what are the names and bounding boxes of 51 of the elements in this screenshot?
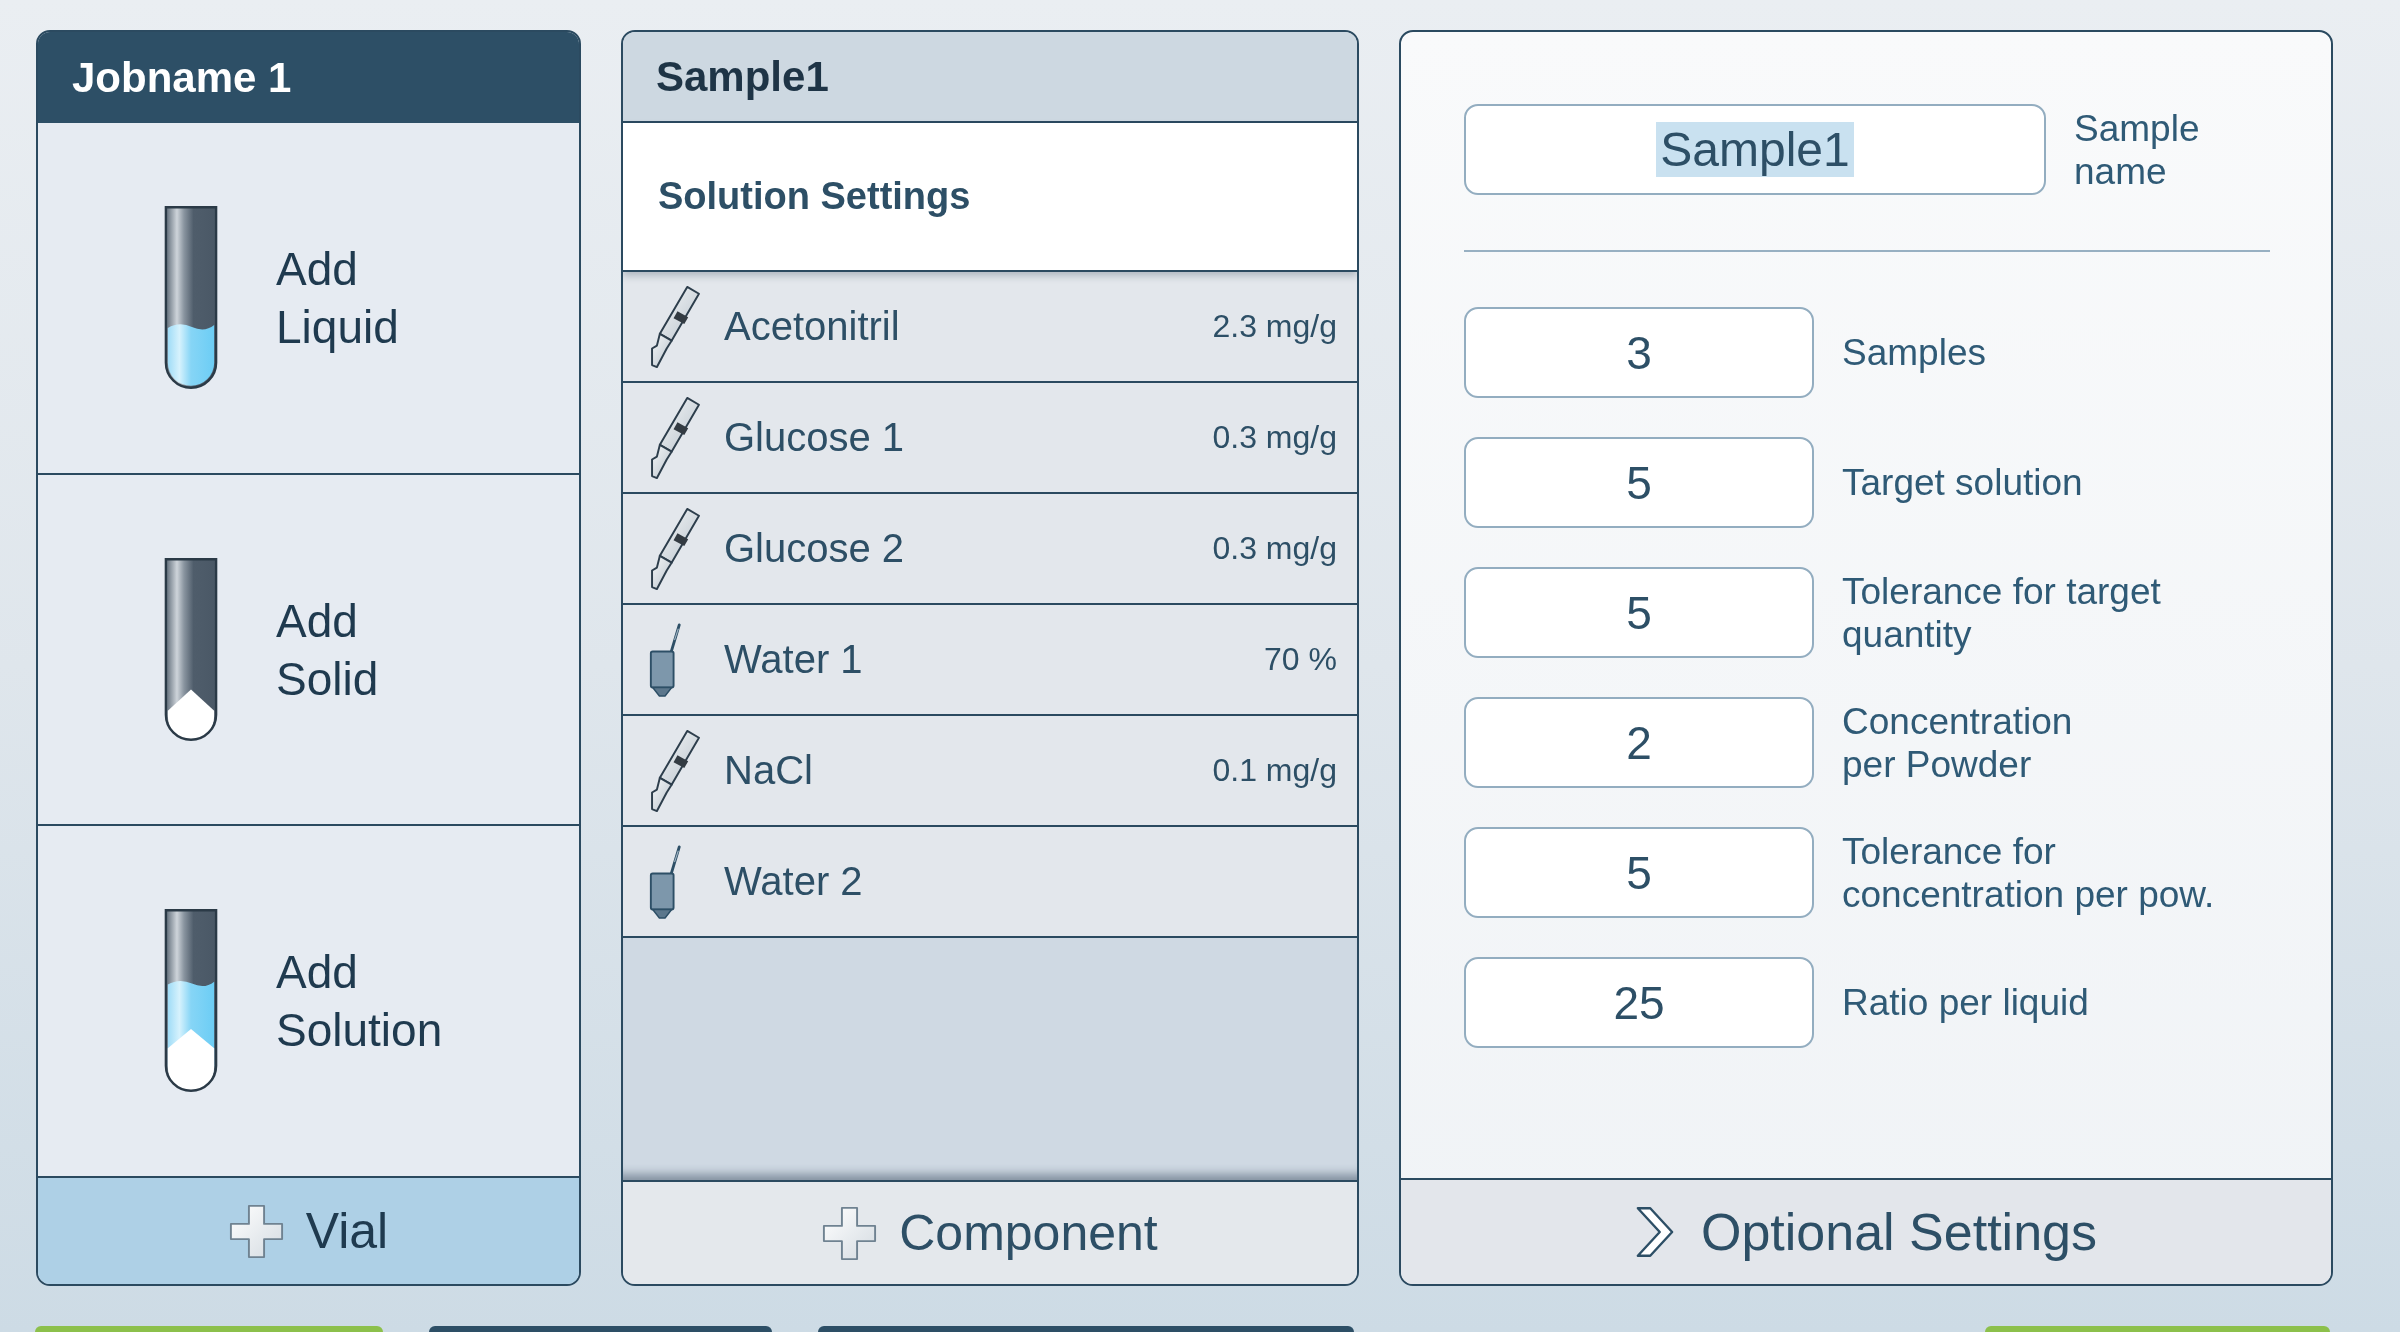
number-field[interactable]: 5	[1464, 437, 1814, 528]
number-field[interactable]: 25	[1464, 957, 1814, 1048]
component-amount: 0.1 mg/g	[1212, 752, 1337, 789]
optional-settings-button[interactable]: Optional Settings	[1401, 1178, 2331, 1284]
component-row[interactable]: Water 1 70 %	[623, 605, 1357, 716]
component-row[interactable]: Acetonitril 2.3 mg/g	[623, 272, 1357, 383]
pipette-icon	[648, 394, 703, 481]
pipette-icon	[648, 727, 703, 814]
vial-type-label: Add Solid	[276, 593, 379, 707]
chevron-icon	[1635, 1205, 1675, 1259]
component-name: Glucose 1	[724, 415, 905, 460]
component-row[interactable]: Glucose 1 0.3 mg/g	[623, 383, 1357, 494]
component-amount: 70 %	[1264, 641, 1337, 678]
component-row[interactable]: Water 2	[623, 827, 1357, 938]
field-label: Sample name	[2074, 106, 2200, 193]
number-field[interactable]: 2	[1464, 697, 1814, 788]
vial-type-label: Add Solution	[276, 945, 443, 1059]
component-row[interactable]: Glucose 2 0.3 mg/g	[623, 494, 1357, 605]
field-label: Target solution	[1842, 461, 2083, 504]
field-label: Tolerance for target quantity	[1842, 569, 2161, 656]
field-label: Ratio per liquid	[1842, 981, 2089, 1024]
add-component-button[interactable]: Component	[623, 1180, 1357, 1284]
component-amount: 2.3 mg/g	[1212, 308, 1337, 345]
section-title: Solution Settings	[658, 175, 971, 218]
panel-title: Jobname 1	[72, 53, 292, 102]
component-amount: 0.3 mg/g	[1212, 530, 1337, 567]
component-name: NaCl	[724, 748, 813, 793]
plus-icon	[822, 1205, 878, 1261]
plus-icon	[228, 1203, 284, 1259]
number-field[interactable]: 5	[1464, 827, 1814, 918]
component-name: Water 1	[724, 637, 863, 682]
field-label: Concentration per Powder	[1842, 699, 2073, 786]
toolbar-button[interactable]	[429, 1326, 772, 1332]
sample-name-field[interactable]: Sample1	[1464, 104, 2046, 195]
toolbar-button[interactable]	[1985, 1326, 2330, 1332]
pipette-icon	[648, 505, 703, 592]
toolbar-button[interactable]	[35, 1326, 383, 1332]
number-field[interactable]: 5	[1464, 567, 1814, 658]
component-name: Acetonitril	[724, 304, 900, 349]
vial-type-label: Add Liquid	[276, 241, 399, 355]
component-name: Water 2	[724, 859, 863, 904]
pipette-icon	[648, 283, 703, 370]
component-amount: 0.3 mg/g	[1212, 419, 1337, 456]
toolbar-button[interactable]	[818, 1326, 1354, 1332]
field-label: Samples	[1842, 331, 1986, 374]
panel-title: Sample1	[656, 52, 829, 101]
add-vial-button[interactable]: Vial	[38, 1178, 579, 1284]
component-name: Glucose 2	[724, 526, 905, 571]
component-row[interactable]: NaCl 0.1 mg/g	[623, 716, 1357, 827]
number-field[interactable]: 3	[1464, 307, 1814, 398]
field-label: Tolerance for concentration per pow.	[1842, 829, 2215, 916]
